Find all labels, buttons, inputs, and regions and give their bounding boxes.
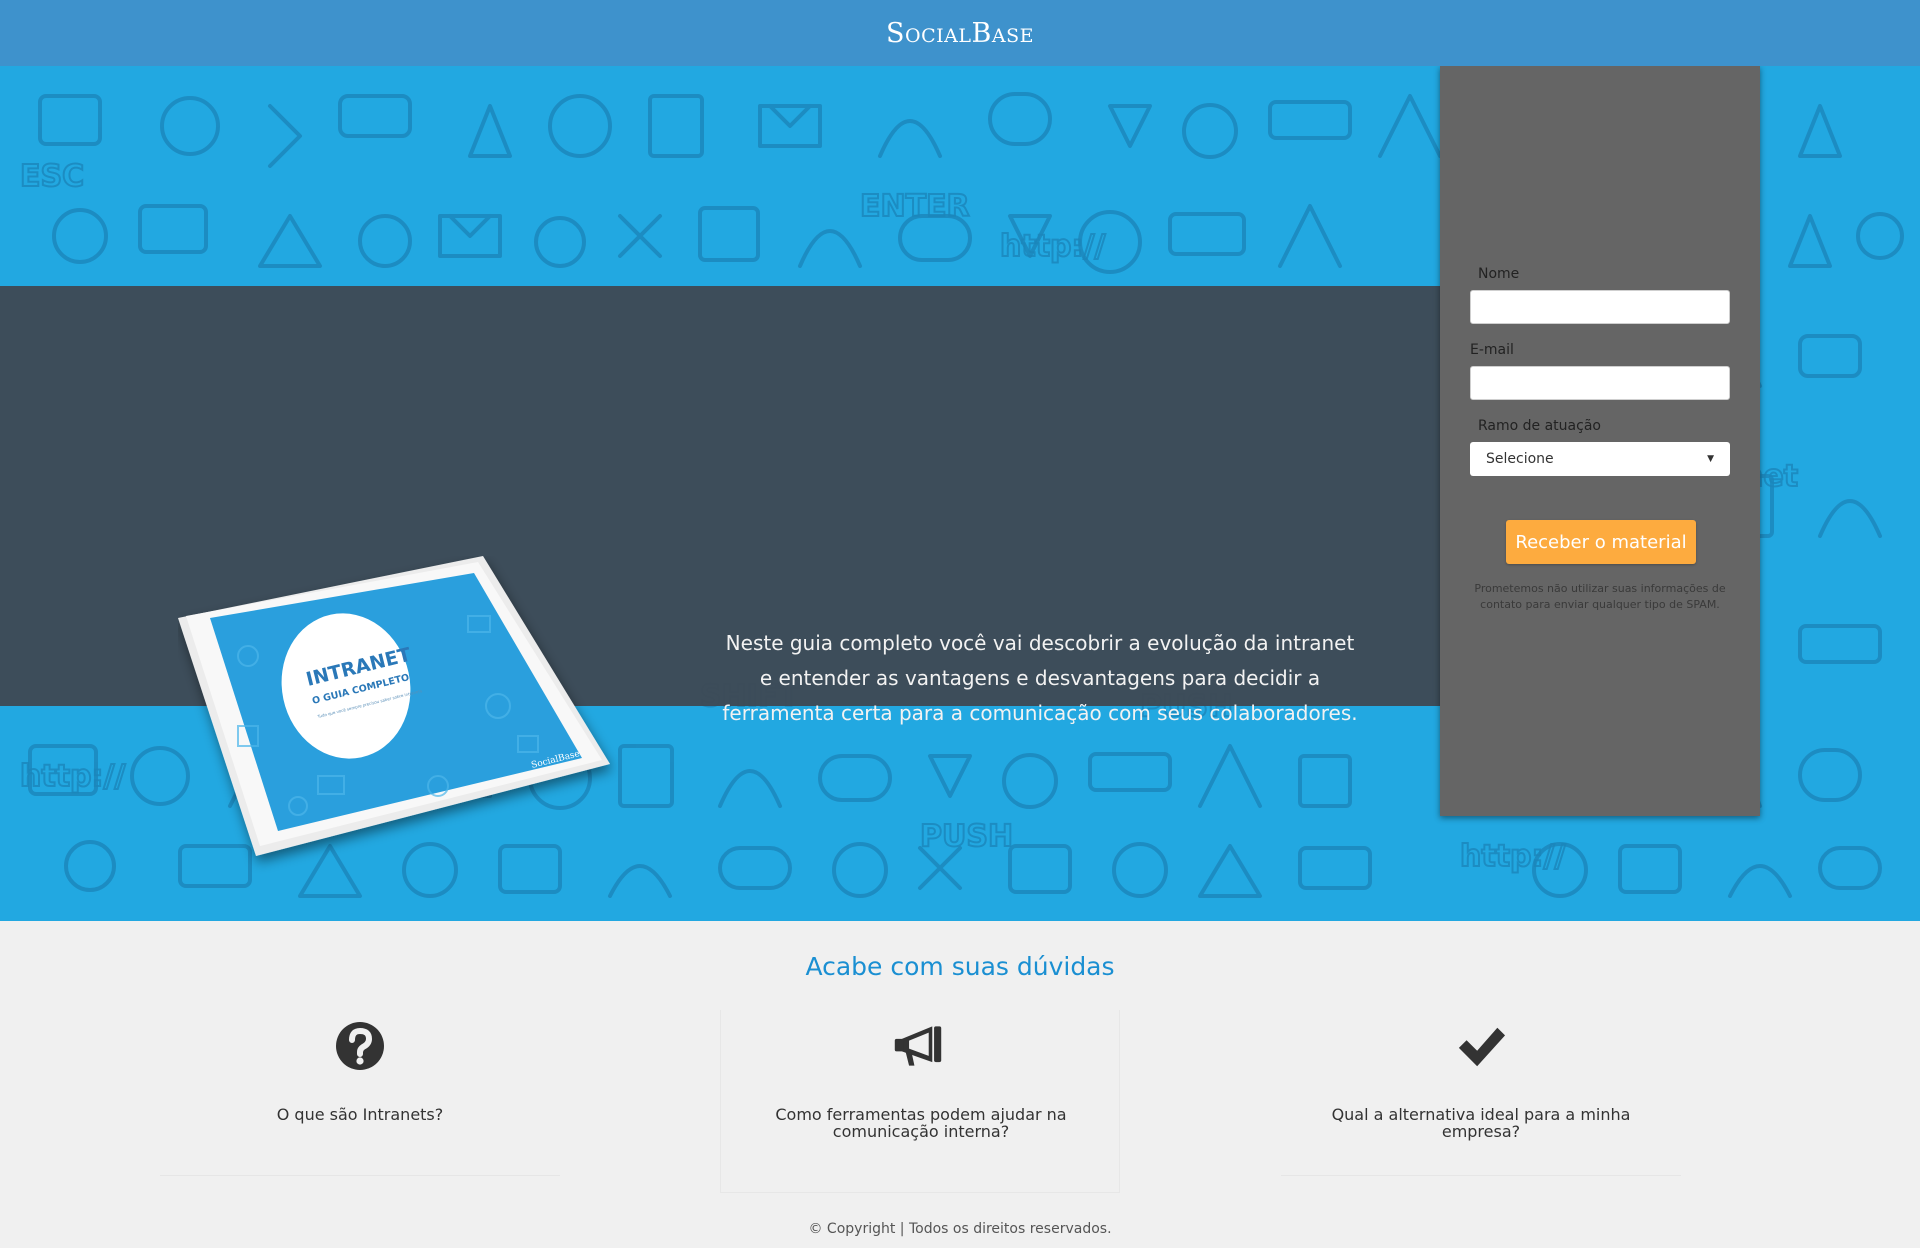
lead-form: Nome E-mail Ramo de atuação Selecione ▼ …	[1440, 66, 1760, 816]
checkmark-icon	[1458, 1027, 1506, 1067]
faq-text: Como ferramentas podem ajudar na comunic…	[775, 1105, 1067, 1141]
hero-section: ESCENTERhttp:// SHIFThttp://PUSH ENTERSH…	[0, 66, 1920, 921]
svg-text:http://: http://	[1000, 229, 1105, 264]
faq-card-what-are-intranets[interactable]: O que são Intranets?	[160, 1010, 560, 1176]
name-label: Nome	[1478, 266, 1520, 282]
email-input[interactable]	[1470, 366, 1730, 400]
spam-disclaimer: Prometemos não utilizar suas informações…	[1474, 582, 1726, 611]
chevron-down-icon: ▼	[1707, 454, 1714, 464]
svg-text:http://: http://	[1460, 839, 1565, 874]
hero-description: Neste guia completo você vai descobrir a…	[722, 631, 1358, 725]
svg-text:ESC: ESC	[20, 159, 84, 194]
industry-select-value: Selecione	[1486, 451, 1554, 467]
name-input[interactable]	[1470, 290, 1730, 324]
faq-text: O que são Intranets?	[276, 1105, 444, 1124]
hero-band: INTRANET O GUIA COMPLETO Tudo que você s…	[0, 286, 1440, 856]
copyright-footer: © Copyright | Todos os direitos reservad…	[808, 1221, 1112, 1237]
email-label: E-mail	[1470, 342, 1514, 358]
megaphone-icon	[894, 1026, 942, 1066]
svg-text:PUSH: PUSH	[920, 819, 1013, 854]
svg-text:ENTER: ENTER	[860, 189, 970, 224]
ebook-tablet-image: INTRANET O GUIA COMPLETO Tudo que você s…	[178, 556, 610, 856]
faq-card-tools-communication[interactable]: Como ferramentas podem ajudar na comunic…	[720, 1010, 1120, 1193]
submit-button[interactable]: Receber o material	[1506, 520, 1696, 564]
faq-text: Qual a alternativa ideal para a minha em…	[1331, 1105, 1631, 1141]
socialbase-logo[interactable]: SocialBase	[886, 18, 1034, 49]
svg-text:http://: http://	[20, 759, 125, 794]
industry-label: Ramo de atuação	[1478, 418, 1601, 434]
faq-card-ideal-alternative[interactable]: Qual a alternativa ideal para a minha em…	[1281, 1010, 1681, 1176]
top-header: SocialBase	[0, 0, 1920, 66]
question-circle-icon	[336, 1022, 384, 1070]
faq-title: Acabe com suas dúvidas	[805, 952, 1115, 981]
industry-select[interactable]: Selecione ▼	[1470, 442, 1730, 476]
